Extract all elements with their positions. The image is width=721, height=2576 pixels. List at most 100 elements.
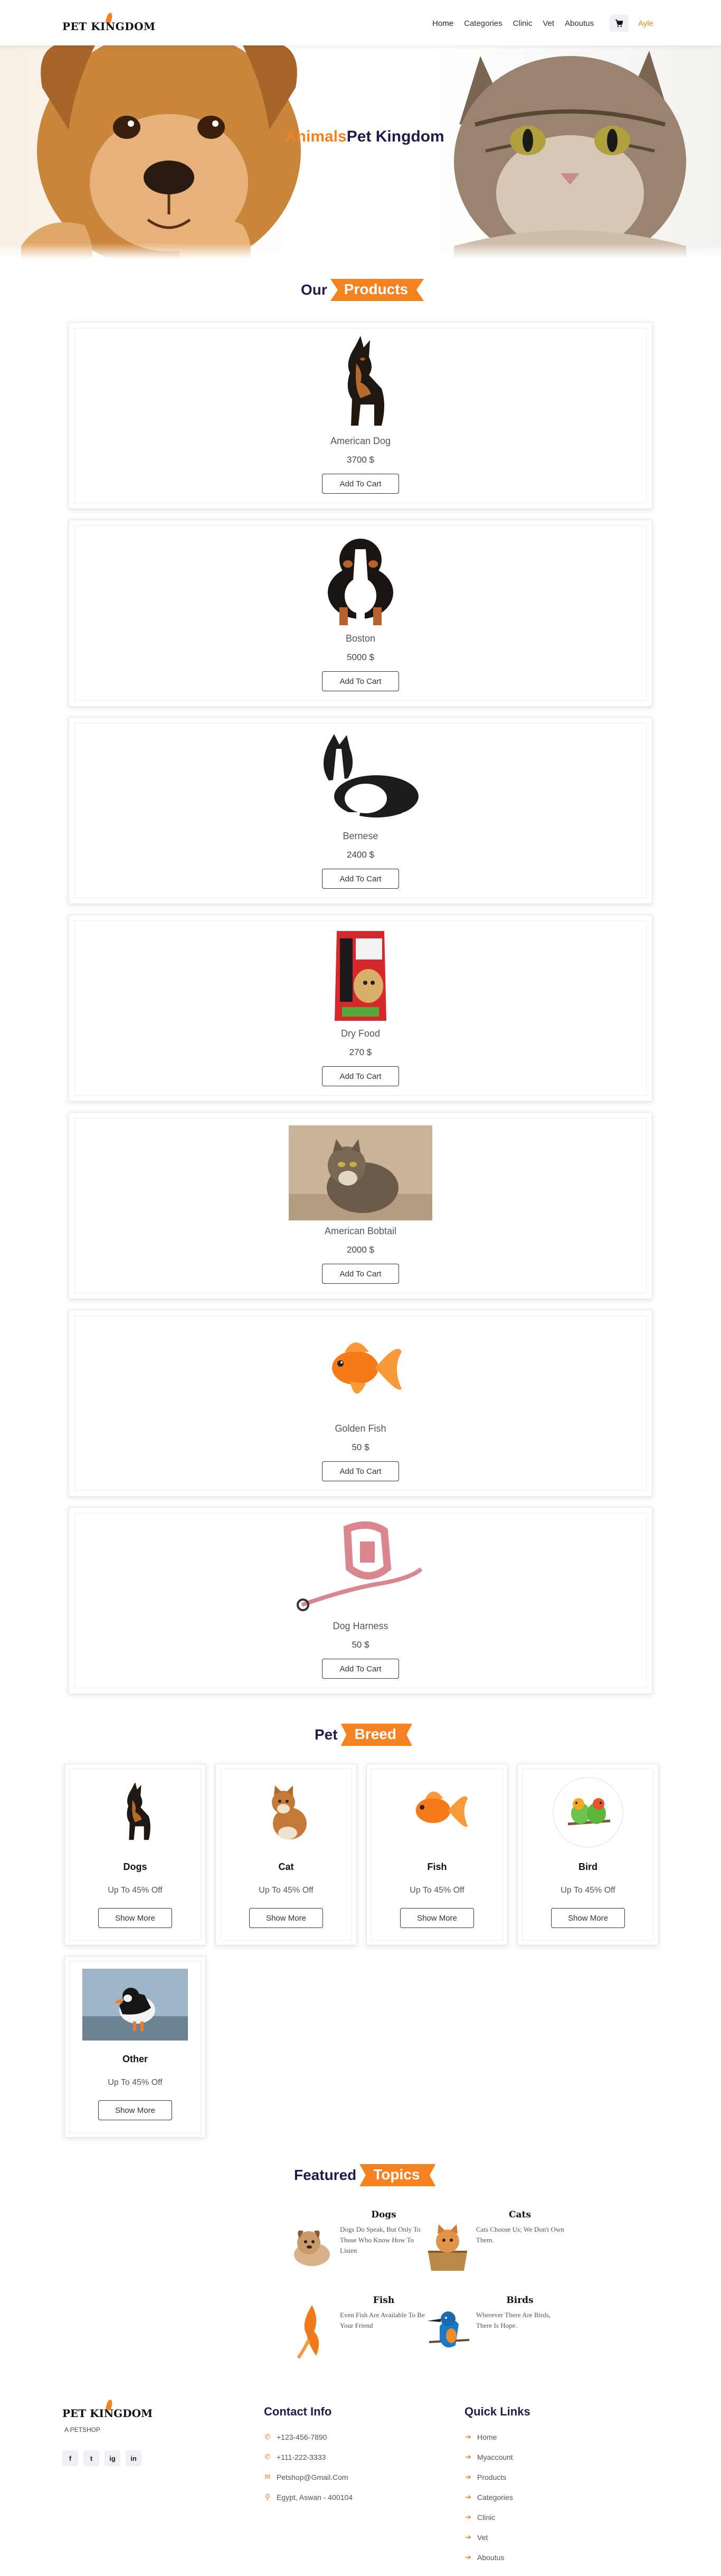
product-card: Dry Food 270 $ Add To Cart bbox=[69, 915, 652, 1102]
nav-link-clinic[interactable]: Clinic bbox=[510, 17, 536, 30]
product-price: 2000 $ bbox=[347, 1245, 374, 1255]
add-to-cart-button[interactable]: Add To Cart bbox=[322, 1659, 399, 1679]
breed-image-other bbox=[82, 1968, 188, 2041]
add-to-cart-button[interactable]: Add To Cart bbox=[322, 1461, 399, 1481]
hero-title-accent: Animals bbox=[285, 128, 347, 145]
contact-phone-2[interactable]: ✆ +111-222-3333 bbox=[264, 2452, 326, 2461]
topic-image-dogs bbox=[286, 2220, 337, 2273]
phone-icon: ✆ bbox=[264, 2452, 271, 2461]
topic-image-birds bbox=[422, 2306, 473, 2358]
contact-phone-1[interactable]: ✆ +123-456-7890 bbox=[264, 2432, 327, 2441]
product-image-bernese bbox=[289, 730, 432, 825]
contact-email-text: Petshop@Gmail.Com bbox=[277, 2472, 348, 2481]
nav-links: Home Categories Clinic Vet Aboutus Ayle bbox=[425, 15, 653, 32]
topic-title: Birds bbox=[506, 2295, 534, 2306]
navbar: PET KINGDOM Home Categories Clinic Vet A… bbox=[0, 0, 721, 45]
product-image-golden-fish bbox=[289, 1323, 432, 1418]
add-to-cart-button[interactable]: Add To Cart bbox=[322, 671, 399, 691]
breed-offer: Up To 45% Off bbox=[108, 1886, 163, 1895]
instagram-icon[interactable]: ig bbox=[105, 2450, 120, 2466]
cat-illustration bbox=[454, 51, 686, 259]
product-image-american-bobtail bbox=[289, 1125, 432, 1220]
products-title-part2: Products bbox=[330, 279, 424, 301]
breed-card: Dogs Up To 45% Off Show More bbox=[64, 1764, 206, 1945]
product-name: Bernese bbox=[343, 831, 378, 841]
quick-link-myaccount[interactable]: ➔ Myaccount bbox=[464, 2452, 513, 2461]
product-price: 50 $ bbox=[352, 1640, 369, 1650]
breed-section-title: Pet Breed bbox=[315, 1724, 412, 1746]
product-price: 2400 $ bbox=[347, 850, 374, 860]
breed-card: Other Up To 45% Off Show More bbox=[64, 1956, 206, 2138]
add-to-cart-button[interactable]: Add To Cart bbox=[322, 1264, 399, 1284]
add-to-cart-button[interactable]: Add To Cart bbox=[322, 474, 399, 494]
hero-banner: AnimalsPet Kingdom bbox=[0, 45, 721, 259]
breed-card: Fish Up To 45% Off Show More bbox=[366, 1764, 508, 1945]
product-name: Dog Harness bbox=[333, 1621, 388, 1631]
contact-phone-2-text: +111-222-3333 bbox=[277, 2452, 326, 2461]
social-links: f t ig in bbox=[62, 2450, 141, 2466]
user-account-link[interactable]: Ayle bbox=[638, 19, 653, 28]
cart-button[interactable] bbox=[610, 15, 629, 32]
logo-text: PET KINGDOM bbox=[62, 20, 156, 33]
dog-illustration bbox=[21, 45, 301, 259]
footer: PET KINGDOM A PETSHOP f t ig in Contact … bbox=[0, 2382, 721, 2576]
linkedin-icon[interactable]: in bbox=[126, 2450, 141, 2466]
breed-offer: Up To 45% Off bbox=[410, 1886, 464, 1895]
show-more-button[interactable]: Show More bbox=[98, 2100, 172, 2120]
nav-link-categories[interactable]: Categories bbox=[461, 17, 506, 30]
breed-name: Cat bbox=[278, 1862, 294, 1872]
breed-title-part2: Breed bbox=[340, 1724, 412, 1746]
quick-link-clinic[interactable]: ➔ Clinic bbox=[464, 2513, 495, 2522]
quick-link-vet[interactable]: ➔ Vet bbox=[464, 2533, 488, 2542]
topic-text: Cats Choose Us; We Don't Own Them. bbox=[476, 2225, 564, 2244]
facebook-icon[interactable]: f bbox=[62, 2450, 78, 2466]
quick-link-products[interactable]: ➔ Products bbox=[464, 2472, 506, 2481]
add-to-cart-button[interactable]: Add To Cart bbox=[322, 1066, 399, 1086]
breed-name: Dogs bbox=[123, 1862, 147, 1872]
topic-title: Dogs bbox=[371, 2210, 396, 2220]
product-price: 50 $ bbox=[352, 1442, 369, 1452]
show-more-button[interactable]: Show More bbox=[249, 1908, 323, 1928]
product-image-american-dog bbox=[289, 335, 432, 430]
arrow-right-icon: ➔ bbox=[465, 2533, 471, 2541]
product-image-dog-harness bbox=[289, 1520, 432, 1615]
product-name: American Bobtail bbox=[324, 1226, 397, 1236]
show-more-button[interactable]: Show More bbox=[400, 1908, 474, 1928]
location-icon: ⚲ bbox=[264, 2493, 271, 2501]
quick-link-label: Aboutus bbox=[477, 2553, 505, 2562]
breed-card: Bird Up To 45% Off Show More bbox=[517, 1764, 659, 1945]
show-more-button[interactable]: Show More bbox=[98, 1908, 172, 1928]
product-card: Dog Harness 50 $ Add To Cart bbox=[69, 1507, 652, 1694]
quick-link-label: Categories bbox=[477, 2493, 513, 2502]
arrow-right-icon: ➔ bbox=[465, 2493, 471, 2501]
brand-logo[interactable]: PET KINGDOM bbox=[62, 12, 155, 34]
product-price: 3700 $ bbox=[347, 455, 374, 465]
show-more-button[interactable]: Show More bbox=[551, 1908, 625, 1928]
product-list: American Dog 3700 $ Add To Cart Boston 5… bbox=[69, 322, 652, 1705]
product-name: Boston bbox=[345, 633, 376, 644]
contact-phone-1-text: +123-456-7890 bbox=[277, 2432, 327, 2441]
nav-link-home[interactable]: Home bbox=[429, 17, 457, 30]
quick-link-home[interactable]: ➔ Home bbox=[464, 2432, 497, 2441]
footer-logo-text[interactable]: PET KINGDOM bbox=[62, 2407, 153, 2420]
topics-title-part2: Topics bbox=[359, 2164, 436, 2186]
product-name: Golden Fish bbox=[335, 1423, 386, 1434]
quick-link-categories[interactable]: ➔ Categories bbox=[464, 2493, 513, 2502]
nav-link-vet[interactable]: Vet bbox=[539, 17, 557, 30]
quick-link-aboutus[interactable]: ➔ Aboutus bbox=[464, 2553, 504, 2562]
topics-section-title: Featured Topics bbox=[294, 2164, 436, 2186]
topic-item: Birds Wherever There Are Birds, There Is… bbox=[422, 2295, 565, 2374]
topic-image-fish bbox=[286, 2305, 337, 2359]
add-to-cart-button[interactable]: Add To Cart bbox=[322, 869, 399, 889]
twitter-icon[interactable]: t bbox=[83, 2450, 99, 2466]
arrow-right-icon: ➔ bbox=[465, 2513, 471, 2521]
product-price: 270 $ bbox=[349, 1047, 372, 1057]
hero-title: AnimalsPet Kingdom bbox=[285, 128, 444, 146]
breed-offer: Up To 45% Off bbox=[561, 1886, 615, 1895]
breed-title-part1: Pet bbox=[315, 1726, 338, 1743]
nav-link-aboutus[interactable]: Aboutus bbox=[562, 17, 597, 30]
quick-link-label: Home bbox=[477, 2432, 497, 2441]
contact-email[interactable]: ✉ Petshop@Gmail.Com bbox=[264, 2472, 348, 2481]
arrow-right-icon: ➔ bbox=[465, 2472, 471, 2481]
contact-address: ⚲ Egypt, Aswan - 400104 bbox=[264, 2493, 353, 2502]
